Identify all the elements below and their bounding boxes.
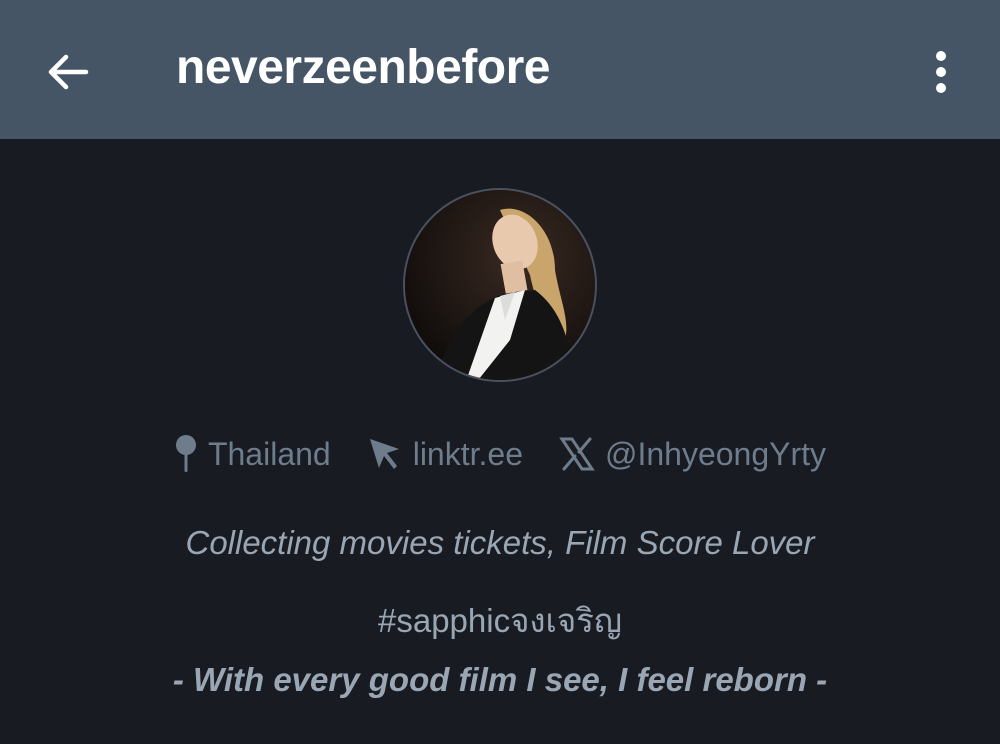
app-header: neverzeenbefore [0,0,1000,139]
location: Thailand [174,434,331,474]
x-handle-text: @InhyeongYrty [604,435,827,472]
more-options-button[interactable] [916,42,966,102]
bio-line-2-rest: จงเจริญ [510,602,623,639]
x-logo-icon [559,437,595,471]
avatar-image [405,190,595,380]
profile-meta: Thailand linktr.ee @InhyeongYrty [0,429,1000,479]
cursor-arrow-icon [369,439,399,469]
website-link[interactable]: linktr.ee [367,436,523,473]
location-text: Thailand [207,435,331,472]
arrow-left-icon [48,54,89,90]
website-text: linktr.ee [412,435,523,472]
page-title: neverzeenbefore [176,41,551,94]
avatar[interactable] [403,188,597,382]
profile-content: Thailand linktr.ee @InhyeongYrty Collect… [0,139,1000,744]
map-pin-icon [175,435,196,472]
bio-line-1: Collecting movies tickets, Film Score Lo… [185,524,815,561]
hashtag-link[interactable]: #sapphic [378,602,510,639]
back-button[interactable] [38,42,98,102]
bio-line-2: #sapphicจงเจริญ [0,594,1000,647]
vertical-dots-icon [936,51,946,93]
x-profile-link[interactable]: @InhyeongYrty [559,436,826,473]
bio-line-3: - With every good film I see, I feel reb… [172,661,828,698]
